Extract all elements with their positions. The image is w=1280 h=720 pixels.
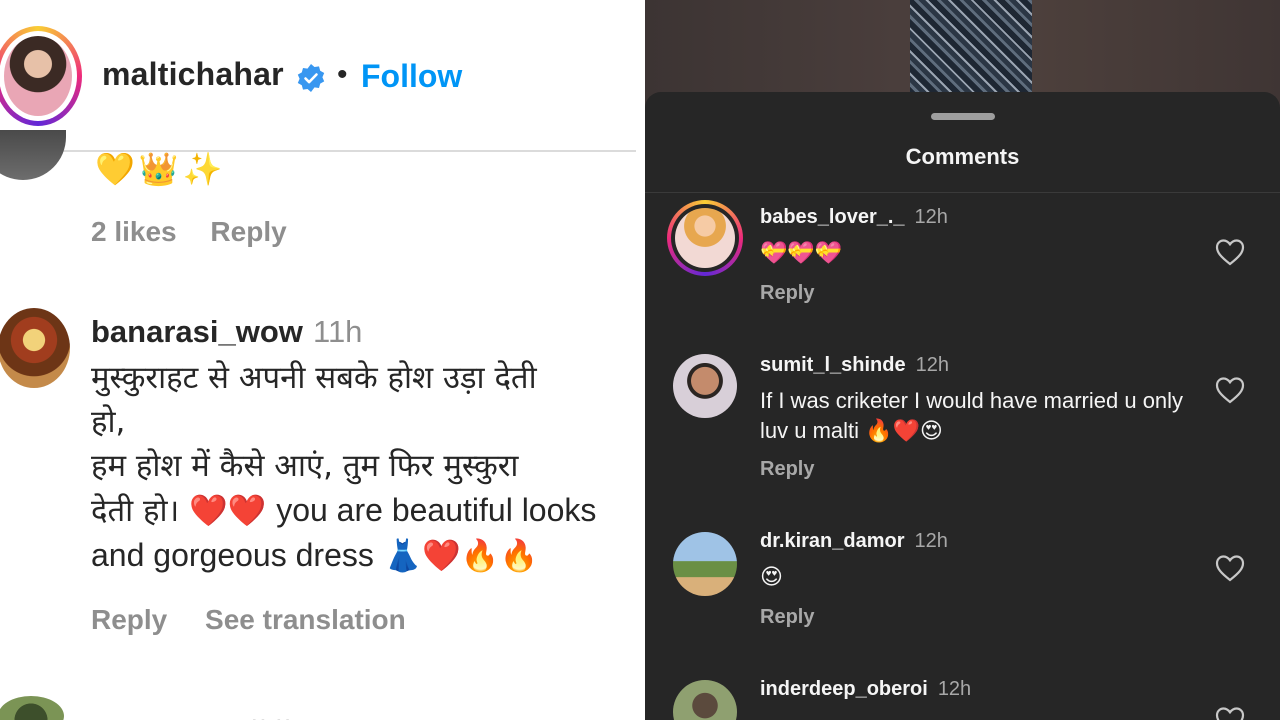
comment-timestamp: 11h [313,314,363,349]
partial-comment-text: ·· ·· [250,704,292,720]
emoji-fragment: 👗❤️🔥🔥 [383,538,539,574]
drag-handle[interactable] [931,113,995,120]
comment-text: If I was criketer I would have married u… [760,388,1184,443]
comment-username[interactable]: banarasi_wow [91,314,303,350]
see-translation-button[interactable]: See translation [205,604,406,635]
like-heart-icon[interactable] [1215,376,1245,404]
comment-header: inderdeep_oberoi 12h [760,678,971,701]
avatar[interactable] [667,200,743,276]
like-heart-icon[interactable] [1215,238,1245,266]
comment-actions: Reply See translation [91,604,436,636]
like-heart-icon[interactable] [1215,554,1245,582]
left-comments-panel: maltichahar • Follow 💛👑✨ 2 likes Reply b… [0,0,645,720]
divider [645,192,1280,193]
comment-line: हो, [91,404,126,440]
comment-header: sumit_l_shinde 12h [760,354,949,377]
comment-text: 💝💝💝 [760,240,843,265]
comment-line: देती हो। ❤️❤️ you are beautiful looks [91,488,645,533]
reply-button[interactable]: Reply [210,216,286,247]
comment-username[interactable]: sumit_l_shinde [760,354,906,376]
right-comments-panel: Comments babes_lover_._ 12h 💝💝💝 Reply sum… [645,0,1280,720]
comment-timestamp: 12h [937,678,972,700]
reply-button[interactable]: Reply [760,282,814,305]
post-header: maltichahar • Follow [0,0,636,152]
reply-button[interactable]: Reply [760,606,814,629]
comment-actions: 2 likes Reply [91,216,313,248]
likes-count[interactable]: 2 likes [91,216,177,247]
comment-username[interactable]: babes_lover_._ [760,206,905,228]
comment-fragment: देती हो। [91,493,180,529]
comment-timestamp: 12h [914,530,948,552]
avatar[interactable] [673,354,737,418]
profile-avatar[interactable] [0,26,82,126]
sheet-title: Comments [905,144,1020,169]
separator-dot: • [337,58,348,91]
comment-line: and gorgeous dress 👗❤️🔥🔥 [91,533,645,578]
comment-header: dr.kiran_damor 12h [760,530,948,553]
comment-emoji-text: 💛👑✨ [95,151,227,187]
comment-username[interactable]: inderdeep_oberoi [760,678,928,700]
comment-timestamp: 12h [914,206,948,228]
comment-username[interactable]: dr.kiran_damor [760,530,905,552]
dress-photo-detail [910,0,1032,95]
comment-text: 😍 [760,564,783,589]
avatar[interactable] [0,308,70,388]
comment-line: हम होश में कैसे आएं, तुम फिर मुस्कुरा [91,448,519,484]
reply-button[interactable]: Reply [760,458,814,481]
avatar[interactable] [673,680,737,720]
comment-fragment: you are beautiful looks [276,492,597,528]
comment-text: मुस्कुराहट से अपनी सबके होश उड़ा देती हो… [91,356,645,578]
comment-fragment: and gorgeous dress [91,537,374,573]
comment-timestamp: 12h [915,354,949,376]
avatar[interactable] [0,696,64,720]
comment-header: babes_lover_._ 12h [760,206,948,229]
follow-button[interactable]: Follow [361,58,462,95]
avatar[interactable] [0,130,66,180]
comments-sheet: Comments babes_lover_._ 12h 💝💝💝 Reply sum… [645,92,1280,720]
like-heart-icon[interactable] [1215,706,1245,720]
comment-line: मुस्कुराहट से अपनी सबके होश उड़ा देती [91,360,537,396]
reply-button[interactable]: Reply [91,604,167,635]
verified-badge-icon [297,64,325,92]
profile-username[interactable]: maltichahar [102,56,284,93]
heart-emoji: ❤️❤️ [189,493,267,529]
avatar[interactable] [673,532,737,596]
